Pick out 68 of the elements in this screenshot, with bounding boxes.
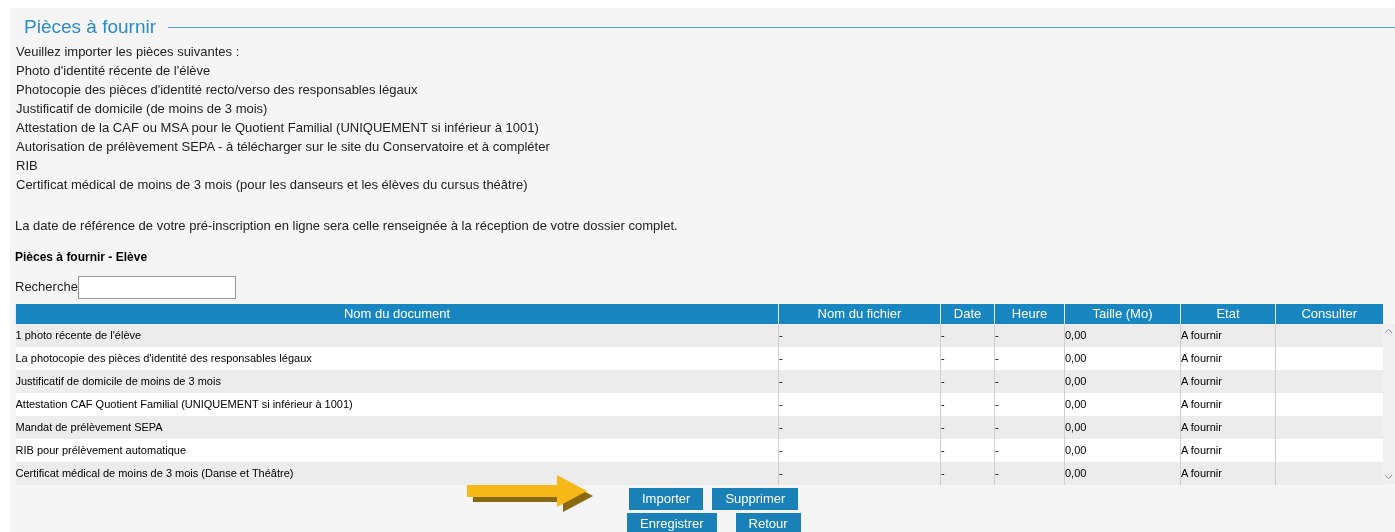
instruction-line: Attestation de la CAF ou MSA pour le Quotient Familial (UNIQUEMENT si inférieur à 1001) (16, 119, 540, 137)
table-cell: - (940, 461, 995, 485)
table-cell: - (994, 346, 1065, 370)
column-header: Nom du document (15, 303, 779, 324)
table-cell: - (994, 415, 1065, 439)
instruction-line: Autorisation de prélèvement SEPA - à télécharger sur le site du Conservatoire et à compléter (16, 138, 551, 156)
table-cell: Mandat de prélèvement SEPA (15, 415, 779, 439)
action-button[interactable]: Enregistrer (627, 513, 717, 532)
table-cell: 0,00 (1064, 323, 1181, 347)
table-cell: - (994, 369, 1065, 393)
table-cell: Attestation CAF Quotient Familial (UNIQUEMENT si inférieur à 1001) (15, 392, 779, 416)
instruction-line: Justificatif de domicile (de moins de 3 mois) (16, 100, 269, 118)
table-cell: 0,00 (1064, 392, 1181, 416)
table-cell: - (940, 392, 995, 416)
table-cell: A fournir (1180, 438, 1276, 462)
table-cell: 0,00 (1064, 346, 1181, 370)
table-cell: - (778, 346, 941, 370)
instruction-line: RIB (16, 157, 39, 175)
search-field[interactable] (77, 275, 236, 299)
table-cell: 0,00 (1064, 461, 1181, 485)
column-header: Nom du fichier (778, 303, 941, 324)
table-cell: A fournir (1180, 461, 1276, 485)
table-cell: - (940, 369, 995, 393)
table-cell: - (778, 461, 941, 485)
table-cell: - (994, 323, 1065, 347)
table-cell: 0,00 (1064, 369, 1181, 393)
table-cell: Certificat médical de moins de 3 mois (Danse et Théâtre) (15, 461, 779, 485)
instruction-line: Certificat médical de moins de 3 mois (pour les danseurs et les élèves du cursus théâtre) (16, 176, 529, 194)
scroll-up-icon[interactable] (1384, 327, 1394, 334)
table-cell: - (994, 438, 1065, 462)
table-cell: A fournir (1180, 369, 1276, 393)
instruction-line: Photo d'identité récente de l'élève (16, 62, 212, 80)
subsection-title: Pièces à fournir - Elève (14, 248, 149, 266)
table-cell: A fournir (1180, 346, 1276, 370)
table-cell: - (778, 392, 941, 416)
action-button[interactable]: Retour (735, 513, 801, 532)
table-cell: - (778, 415, 941, 439)
table-cell: - (778, 369, 941, 393)
info-text: La date de référence de votre pré-inscription en ligne sera celle renseignée à la réception de votre dossier complet. (14, 217, 679, 235)
column-header: Taille (Mo) (1064, 303, 1181, 324)
scroll-down-icon[interactable] (1384, 473, 1394, 480)
section-title: Pièces à fournir (24, 16, 156, 38)
table-cell: - (940, 438, 995, 462)
table-cell: A fournir (1180, 415, 1276, 439)
table-cell: - (940, 415, 995, 439)
table-cell: - (940, 346, 995, 370)
table-cell: - (994, 461, 1065, 485)
column-header: Consulter (1275, 303, 1383, 324)
table-cell: La photocopie des pièces d'identité des responsables légaux (15, 346, 779, 370)
column-header: Heure (994, 303, 1065, 324)
action-button[interactable]: Supprimer (712, 488, 799, 510)
search-label: Recherche (15, 278, 78, 297)
action-button[interactable]: Importer (629, 488, 704, 510)
table-cell: - (940, 323, 995, 347)
table-cell: 0,00 (1064, 438, 1181, 462)
table-cell: - (778, 438, 941, 462)
table-cell: 1 photo récente de l'élève (15, 323, 779, 347)
table-cell: 0,00 (1064, 415, 1181, 439)
table-cell: Justificatif de domicile de moins de 3 mois (15, 369, 779, 393)
table-cell: RIB pour prélèvement automatique (15, 438, 779, 462)
table-cell: A fournir (1180, 392, 1276, 416)
column-header: Etat (1180, 303, 1276, 324)
instruction-line: Photocopie des pièces d'identité recto/verso des responsables légaux (16, 81, 419, 99)
table-cell: A fournir (1180, 323, 1276, 347)
table-cell: - (994, 392, 1065, 416)
table-cell: - (778, 323, 941, 347)
instruction-line: Veuillez importer les pièces suivantes : (16, 43, 241, 61)
column-header: Date (940, 303, 995, 324)
